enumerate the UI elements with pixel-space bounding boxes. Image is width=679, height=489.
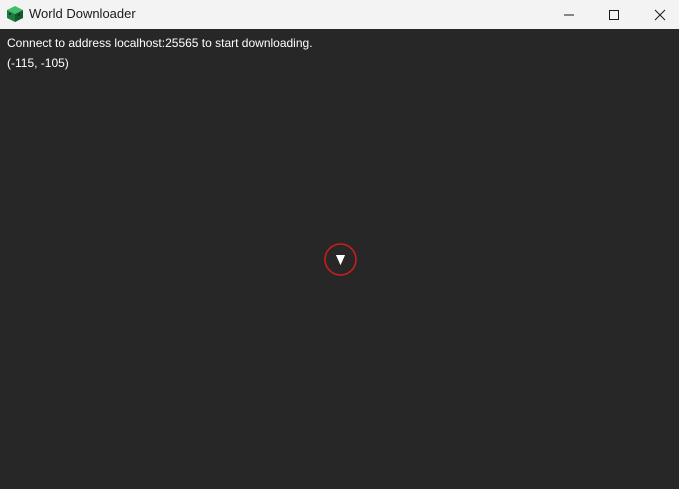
maximize-button[interactable]: [591, 0, 637, 29]
connect-message: Connect to address localhost:25565 to st…: [7, 36, 313, 50]
coordinates-readout: (-115, -105): [7, 56, 69, 70]
app-window: World Downloader Connect to address loca…: [0, 0, 679, 489]
map-canvas[interactable]: Connect to address localhost:25565 to st…: [0, 29, 679, 489]
app-icon: [7, 6, 23, 22]
close-button[interactable]: [637, 0, 679, 29]
close-icon: [654, 9, 666, 20]
minimize-icon: [564, 14, 574, 15]
title-bar[interactable]: World Downloader: [0, 0, 679, 29]
window-title: World Downloader: [29, 6, 136, 21]
minimize-button[interactable]: [546, 0, 592, 29]
maximize-icon: [609, 9, 619, 20]
player-marker[interactable]: [324, 243, 357, 276]
